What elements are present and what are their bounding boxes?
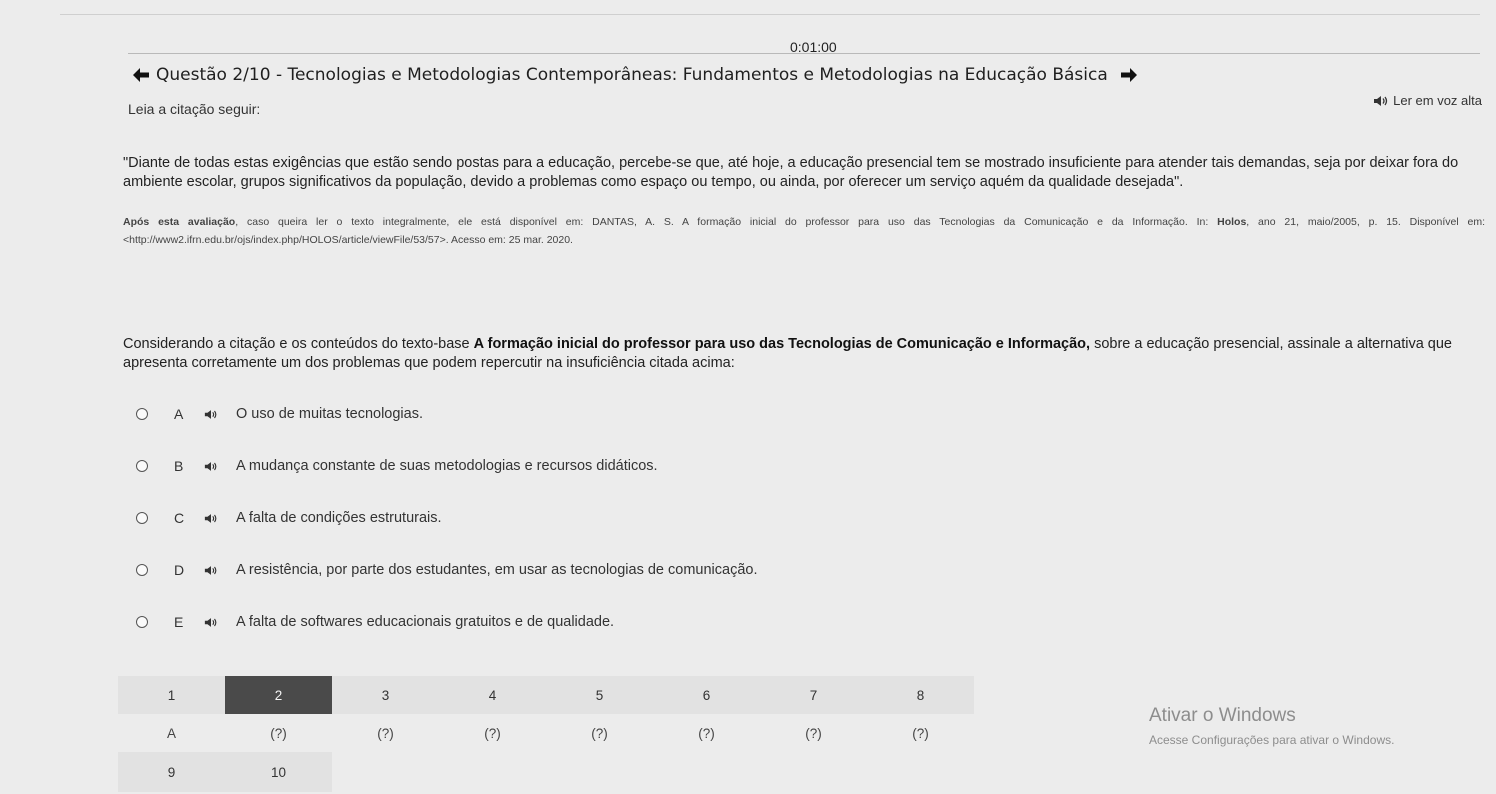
- option-c[interactable]: C A falta de condições estruturais.: [118, 492, 1485, 544]
- option-e[interactable]: E A falta de softwares educacionais grat…: [118, 596, 1485, 648]
- speaker-icon[interactable]: [204, 513, 222, 524]
- previous-question-button[interactable]: [130, 64, 152, 86]
- reference-lead: Após esta avaliação: [123, 216, 236, 228]
- question-number-row-2: 9 10: [118, 752, 974, 792]
- question-prompt: Considerando a citação e os conteúdos do…: [123, 335, 1485, 373]
- windows-activation-watermark: Ativar o Windows Acesse Configurações pa…: [1149, 705, 1394, 747]
- header-divider: [128, 53, 1480, 54]
- option-text: A resistência, por parte dos estudantes,…: [236, 562, 758, 578]
- question-nav-1[interactable]: 1: [118, 676, 225, 714]
- arrow-right-icon: [1120, 68, 1137, 82]
- option-text: A falta de softwares educacionais gratui…: [236, 614, 615, 630]
- reference-text: Após esta avaliação, caso queira ler o t…: [123, 213, 1485, 249]
- arrow-left-icon: [133, 68, 149, 82]
- option-text: A mudança constante de suas metodologias…: [236, 458, 658, 474]
- radio-button[interactable]: [136, 512, 148, 524]
- answer-status-1[interactable]: A: [118, 714, 225, 752]
- question-nav-4[interactable]: 4: [439, 676, 546, 714]
- option-text: O uso de muitas tecnologias.: [236, 406, 423, 422]
- answer-status-5[interactable]: (?): [546, 714, 653, 752]
- question-nav-9[interactable]: 9: [118, 752, 225, 792]
- question-number-row: 1 2 3 4 5 6 7 8: [118, 676, 974, 714]
- question-header: Questão 2/10 - Tecnologias e Metodologia…: [130, 62, 1140, 88]
- option-text: A falta de condições estruturais.: [236, 510, 442, 526]
- speaker-icon: [1374, 95, 1388, 106]
- prompt-pre: Considerando a citação e os conteúdos do…: [123, 336, 474, 352]
- answer-status-6[interactable]: (?): [653, 714, 760, 752]
- answer-status-3[interactable]: (?): [332, 714, 439, 752]
- watermark-title: Ativar o Windows: [1149, 705, 1296, 726]
- option-letter: D: [174, 562, 185, 578]
- answer-status-row: A (?) (?) (?) (?) (?) (?) (?): [118, 714, 974, 752]
- read-aloud-label: Ler em voz alta: [1393, 93, 1482, 108]
- top-divider: [60, 14, 1480, 15]
- speaker-icon[interactable]: [204, 565, 222, 576]
- radio-button[interactable]: [136, 408, 148, 420]
- option-d[interactable]: D A resistência, por parte dos estudante…: [118, 544, 1485, 596]
- instruction-text: Leia a citação seguir:: [128, 101, 261, 117]
- question-nav-6[interactable]: 6: [653, 676, 760, 714]
- answer-status-2[interactable]: (?): [225, 714, 332, 752]
- reference-body: , caso queira ler o texto integralmente,…: [235, 216, 1218, 228]
- question-nav-2-current[interactable]: 2: [225, 676, 332, 714]
- question-navigation: 1 2 3 4 5 6 7 8 A (?) (?) (?) (?) (?) (?…: [118, 676, 974, 792]
- question-nav-5[interactable]: 5: [546, 676, 653, 714]
- question-nav-8[interactable]: 8: [867, 676, 974, 714]
- answer-status-8[interactable]: (?): [867, 714, 974, 752]
- option-b[interactable]: B A mudança constante de suas metodologi…: [118, 440, 1485, 492]
- read-aloud-button[interactable]: Ler em voz alta: [1373, 93, 1482, 108]
- answer-options: A O uso de muitas tecnologias. B A mudan…: [118, 388, 1485, 648]
- question-nav-10[interactable]: 10: [225, 752, 332, 792]
- option-letter: E: [174, 614, 184, 630]
- radio-button[interactable]: [136, 460, 148, 472]
- next-question-button[interactable]: [1118, 64, 1140, 86]
- answer-status-4[interactable]: (?): [439, 714, 546, 752]
- watermark-subtitle: Acesse Configurações para ativar o Windo…: [1149, 733, 1395, 747]
- quote-text: "Diante de todas estas exigências que es…: [123, 155, 1459, 190]
- speaker-icon[interactable]: [204, 409, 222, 420]
- question-nav-7[interactable]: 7: [760, 676, 867, 714]
- speaker-icon[interactable]: [204, 461, 222, 472]
- option-letter: C: [174, 510, 185, 526]
- speaker-icon[interactable]: [204, 617, 222, 628]
- question-title: Questão 2/10 - Tecnologias e Metodologia…: [156, 65, 1108, 85]
- option-letter: B: [174, 458, 184, 474]
- reference-journal: Holos: [1217, 216, 1247, 228]
- radio-button[interactable]: [136, 564, 148, 576]
- option-a[interactable]: A O uso de muitas tecnologias.: [118, 388, 1485, 440]
- answer-status-7[interactable]: (?): [760, 714, 867, 752]
- question-nav-3[interactable]: 3: [332, 676, 439, 714]
- prompt-bold: A formação inicial do professor para uso…: [473, 336, 1091, 352]
- option-letter: A: [174, 406, 184, 422]
- radio-button[interactable]: [136, 616, 148, 628]
